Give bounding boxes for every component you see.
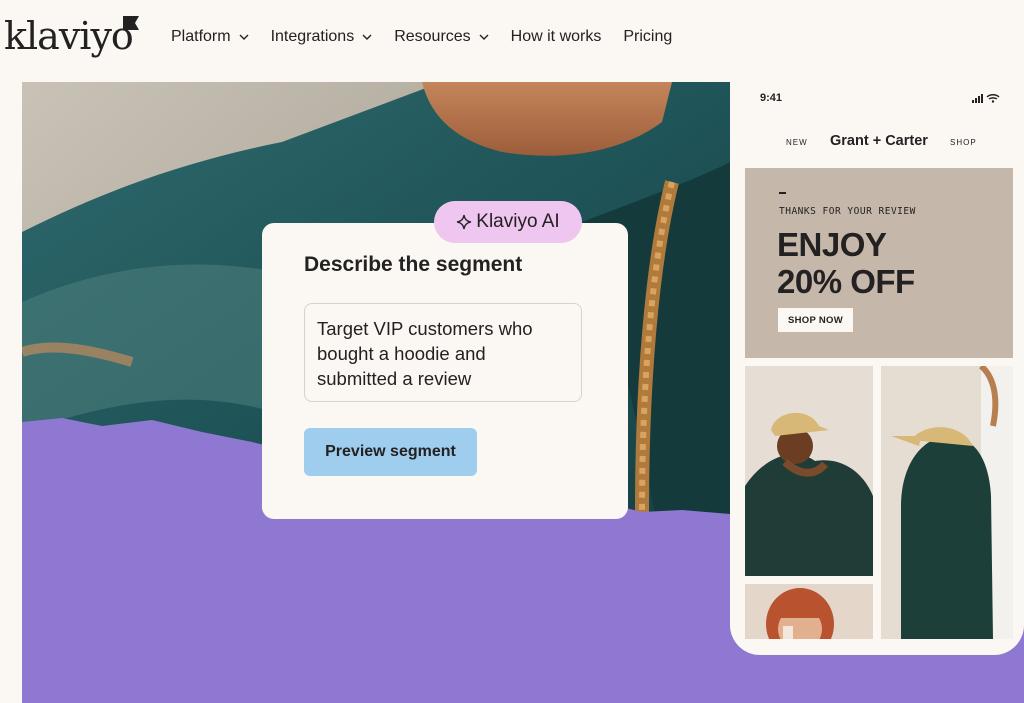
promo-headline-line2: 20% OFF (777, 263, 915, 300)
promo-headline-line1: ENJOY (777, 226, 887, 263)
main-menu: Platform Integrations Resources How it w… (171, 26, 694, 48)
logo-flag-icon (123, 16, 139, 30)
segment-card-title: Describe the segment (304, 253, 523, 276)
nav-item-label: Resources (394, 28, 471, 45)
nav-item-label: How it works (510, 28, 602, 45)
top-navigation: klaviyo Platform Integrations Resources … (0, 0, 1024, 76)
phone-store-brand: Grant + Carter (830, 133, 928, 149)
klaviyo-logo[interactable]: klaviyo (4, 14, 134, 58)
promo-dash (779, 192, 786, 194)
nav-item-platform[interactable]: Platform (171, 26, 249, 48)
promo-headline: ENJOY 20% OFF (777, 226, 915, 300)
phone-nav-shop: SHOP (950, 138, 977, 147)
phone-mockup: 9:41 NEW Grant + Carter SHOP THANKS FOR … (730, 80, 1024, 655)
badge-label: Klaviyo AI (476, 211, 560, 232)
nav-item-label: Pricing (623, 28, 673, 45)
chevron-down-icon (362, 34, 372, 40)
phone-clock: 9:41 (760, 92, 783, 104)
product-photo-woman (745, 584, 873, 639)
promo-subtitle: THANKS FOR YOUR REVIEW (779, 206, 916, 217)
signal-wifi-icon (972, 94, 1000, 103)
nav-item-pricing[interactable]: Pricing (623, 26, 672, 48)
nav-item-label: Integrations (270, 28, 355, 45)
chevron-down-icon (479, 34, 489, 40)
sparkle-icon (457, 214, 472, 230)
nav-item-label: Platform (171, 28, 231, 45)
nav-item-integrations[interactable]: Integrations (271, 26, 373, 48)
shop-now-button: SHOP NOW (778, 308, 853, 332)
nav-item-resources[interactable]: Resources (394, 26, 489, 48)
product-photo-hoodie-profile (881, 366, 1013, 639)
promo-banner: THANKS FOR YOUR REVIEW ENJOY 20% OFF SHO… (745, 168, 1013, 358)
klaviyo-ai-badge: Klaviyo AI (434, 201, 582, 243)
product-photo-hoodie-cap (745, 366, 873, 576)
nav-item-how-it-works[interactable]: How it works (511, 26, 602, 48)
chevron-down-icon (239, 34, 249, 40)
segment-card: Describe the segment Target VIP customer… (262, 223, 628, 519)
phone-nav-new: NEW (786, 138, 808, 147)
segment-description-input[interactable]: Target VIP customers who bought a hoodie… (304, 303, 582, 402)
preview-segment-button[interactable]: Preview segment (304, 428, 477, 476)
